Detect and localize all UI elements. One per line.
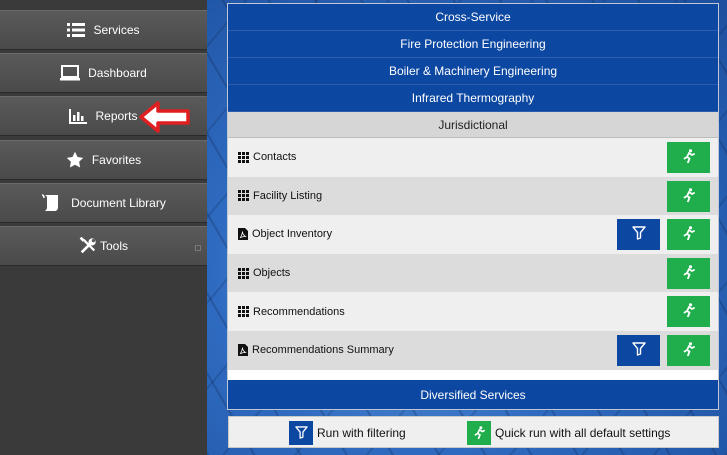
report-label: Objects <box>253 267 291 280</box>
sidebar-item-document-library[interactable]: Document Library <box>0 183 207 223</box>
report-label: Recommendations Summary <box>252 344 394 357</box>
service-header-fire-protection[interactable]: Fire Protection Engineering <box>228 31 718 58</box>
list-icon <box>67 23 86 37</box>
bar-chart-icon <box>69 108 88 124</box>
annotation-arrow-icon <box>138 100 192 137</box>
quick-run-button[interactable] <box>667 180 710 212</box>
filter-icon <box>631 226 646 243</box>
quick-run-button[interactable] <box>667 142 710 173</box>
legend-quick-label: Quick run with all default settings <box>495 425 671 440</box>
sidebar-item-label: Favorites <box>91 153 142 167</box>
filter-icon <box>631 342 646 359</box>
pdf-icon <box>238 228 248 241</box>
running-person-icon <box>683 149 695 166</box>
report-label: Object Inventory <box>252 228 333 241</box>
wrench-screwdriver-icon <box>79 237 97 255</box>
filter-icon <box>289 420 313 445</box>
pdf-icon <box>238 344 248 357</box>
report-row-facility-listing: Facility Listing <box>228 176 718 216</box>
sidebar-item-favorites[interactable]: Favorites <box>0 140 207 180</box>
sidebar-item-tools[interactable]: Tools <box>0 226 207 266</box>
grid-icon <box>238 306 249 318</box>
report-label: Contacts <box>253 151 297 164</box>
report-label: Recommendations <box>253 305 345 318</box>
button-legend: Run with filtering Quick run with all de… <box>228 416 719 448</box>
service-header-diversified[interactable]: Diversified Services <box>228 380 718 409</box>
run-with-filtering-button[interactable] <box>617 219 660 251</box>
grid-icon <box>238 151 249 163</box>
sidebar-item-label: Document Library <box>71 196 166 210</box>
scroll-icon <box>41 194 63 212</box>
grid-icon <box>238 267 249 279</box>
running-person-icon <box>683 187 695 205</box>
report-row-recommendations: Recommendations <box>228 292 718 331</box>
running-person-icon <box>683 226 695 243</box>
sidebar-item-label: Tools <box>99 239 128 253</box>
report-row-recommendations-summary: Recommendations Summary <box>228 330 718 370</box>
services-panel: Cross-Service Fire Protection Engineerin… <box>227 3 719 410</box>
resize-handle-icon <box>195 245 201 251</box>
service-header-boiler-machinery[interactable]: Boiler & Machinery Engineering <box>228 58 718 85</box>
report-label: Facility Listing <box>253 189 323 202</box>
service-header-infrared[interactable]: Infrared Thermography <box>228 85 718 112</box>
grid-icon <box>238 190 249 202</box>
quick-run-button[interactable] <box>667 296 710 328</box>
legend-filter: Run with filtering <box>289 420 406 445</box>
sidebar-item-services[interactable]: Services <box>0 10 207 50</box>
star-icon <box>66 151 84 169</box>
report-list: Contacts Facility Listing Object Invento… <box>228 138 718 370</box>
sidebar-item-label: Dashboard <box>88 66 147 80</box>
service-header-jurisdictional[interactable]: Jurisdictional <box>228 112 718 138</box>
report-row-objects: Objects <box>228 253 718 293</box>
running-person-icon <box>467 420 491 445</box>
quick-run-button[interactable] <box>667 257 710 289</box>
running-person-icon <box>683 342 695 359</box>
report-row-contacts: Contacts <box>228 138 718 177</box>
legend-quick-run: Quick run with all default settings <box>467 420 670 445</box>
legend-filter-label: Run with filtering <box>317 425 406 440</box>
sidebar-item-label: Reports <box>95 109 138 123</box>
sidebar: Services Dashboard Reports Favorites Doc… <box>0 0 207 455</box>
run-with-filtering-button[interactable] <box>617 334 660 366</box>
service-header-cross-service[interactable]: Cross-Service <box>228 4 718 31</box>
report-row-object-inventory: Object Inventory <box>228 215 718 254</box>
quick-run-button[interactable] <box>667 219 710 251</box>
running-person-icon <box>683 264 695 282</box>
laptop-icon <box>60 65 81 81</box>
running-person-icon <box>683 303 695 320</box>
quick-run-button[interactable] <box>667 334 710 366</box>
sidebar-item-dashboard[interactable]: Dashboard <box>0 53 207 93</box>
sidebar-item-label: Services <box>93 23 140 37</box>
